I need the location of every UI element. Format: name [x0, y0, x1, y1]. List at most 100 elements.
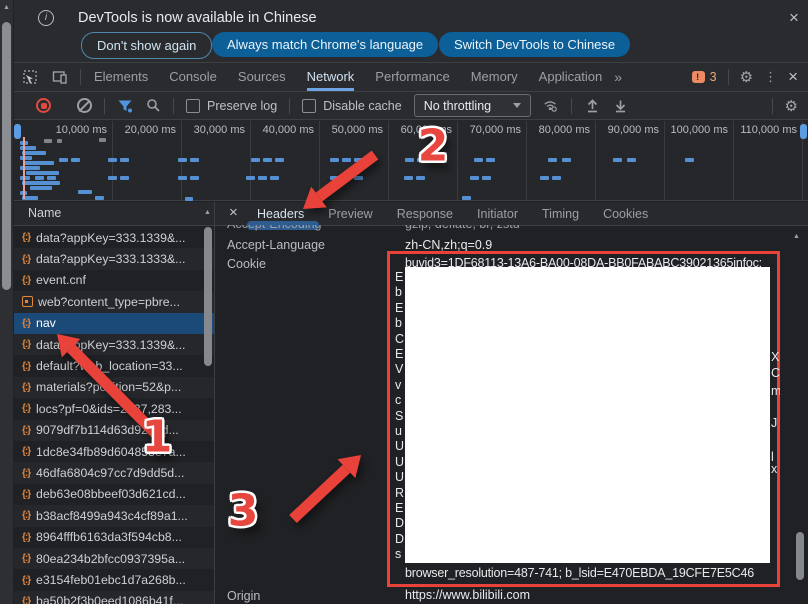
request-row[interactable]: {:}locs?pf=0&ids=2837,283...: [14, 398, 214, 419]
request-row[interactable]: {:}deb63e08bbeef03d621cd...: [14, 484, 214, 505]
json-icon: {:}: [22, 596, 36, 604]
waterfall-bar: [404, 176, 413, 180]
close-devtools-icon[interactable]: ×: [788, 67, 798, 87]
waterfall-bar: [342, 176, 351, 180]
tab-console[interactable]: Console: [169, 63, 217, 91]
waterfall-bar: [71, 158, 80, 162]
throttling-value: No throttling: [424, 99, 491, 113]
annotation-number-1: 1: [142, 412, 173, 463]
waterfall-bar: [108, 158, 117, 162]
page-scrollbar[interactable]: ▲: [0, 0, 14, 604]
network-conditions-icon[interactable]: [543, 98, 559, 114]
preserve-log-checkbox[interactable]: [186, 99, 200, 113]
tab-application[interactable]: Application: [539, 63, 603, 91]
waterfall-bar: [178, 176, 187, 180]
json-icon: {:}: [22, 361, 36, 372]
tab-sources[interactable]: Sources: [238, 63, 286, 91]
detail-tab-preview[interactable]: Preview: [328, 202, 372, 226]
divider: [104, 98, 105, 114]
overview-selection-handle[interactable]: [14, 124, 21, 139]
export-har-icon[interactable]: [612, 98, 628, 114]
request-row[interactable]: {:}nav: [14, 313, 214, 334]
panel-tabs: Elements Console Sources Network Performance…: [94, 63, 602, 91]
request-row[interactable]: {:}8964fffb6163da3f594cb8...: [14, 527, 214, 548]
settings-gear-icon[interactable]: ⚙: [740, 68, 753, 86]
request-row[interactable]: {:}event.cnf: [14, 270, 214, 291]
tab-network[interactable]: Network: [307, 63, 355, 91]
disable-cache-checkbox[interactable]: [302, 99, 316, 113]
waterfall-bar: [120, 158, 129, 162]
request-row[interactable]: {:}46dfa6804c97cc7d9dd5d...: [14, 462, 214, 483]
request-row[interactable]: {:}1dc8e34fb89d604853e7a...: [14, 441, 214, 462]
preserve-log-toggle[interactable]: Preserve log: [186, 99, 277, 113]
infobar-close-icon[interactable]: ×: [789, 8, 799, 28]
more-tabs-icon[interactable]: »: [614, 69, 622, 85]
waterfall-bar: [270, 176, 279, 180]
network-settings-gear-icon[interactable]: ⚙: [785, 97, 798, 115]
waterfall-bar: [486, 158, 495, 162]
details-scrollbar-thumb[interactable]: [796, 532, 804, 580]
tab-memory[interactable]: Memory: [471, 63, 518, 91]
waterfall-bar: [627, 158, 636, 162]
waterfall-bar: [342, 158, 351, 162]
request-row[interactable]: {:}default?web_location=33...: [14, 355, 214, 376]
chevron-down-icon: [513, 103, 521, 108]
more-options-icon[interactable]: ⋮: [764, 69, 777, 85]
waterfall-bar: [178, 158, 187, 162]
waterfall-bar: [78, 190, 92, 194]
page-scrollbar-thumb[interactable]: [2, 22, 11, 290]
search-icon[interactable]: [145, 98, 161, 114]
overview-selection-handle[interactable]: [800, 124, 807, 139]
inspect-element-icon[interactable]: [22, 69, 38, 85]
annotation-number-2: 2: [418, 121, 449, 172]
json-icon: {:}: [22, 254, 36, 265]
throttling-select[interactable]: No throttling: [414, 94, 531, 117]
waterfall-bar: [416, 176, 425, 180]
clipped-header-value: gzip, deflate, br, zstd: [405, 225, 575, 231]
tab-performance[interactable]: Performance: [375, 63, 449, 91]
request-list: {:}data?appKey=333.1339&...{:}data?appKe…: [14, 227, 214, 604]
scroll-up-icon[interactable]: ▲: [204, 209, 211, 216]
close-details-icon[interactable]: ×: [229, 204, 238, 221]
scroll-up-icon[interactable]: ▲: [793, 233, 800, 240]
request-row[interactable]: {:}data?appKey=333.1339&...: [14, 334, 214, 355]
request-row[interactable]: {:}data?appKey=333.1333&...: [14, 248, 214, 269]
request-row[interactable]: {:}80ea234b2bfcc0937395a...: [14, 548, 214, 569]
request-row[interactable]: {:}materials?position=52&p...: [14, 377, 214, 398]
clear-icon[interactable]: [77, 98, 92, 113]
header-value: zh-CN,zh;q=0.9: [405, 238, 492, 252]
waterfall-bar: [540, 176, 549, 180]
request-row[interactable]: {:}9079df7b114d63d9215d...: [14, 420, 214, 441]
scroll-up-icon[interactable]: ▲: [3, 4, 10, 11]
waterfall-bar: [24, 161, 54, 165]
record-icon[interactable]: [36, 98, 51, 113]
detail-tab-response[interactable]: Response: [397, 202, 453, 226]
device-toolbar-icon[interactable]: [52, 69, 68, 85]
info-icon-glyph: i: [45, 12, 47, 23]
error-count[interactable]: 3: [710, 70, 717, 84]
disable-cache-toggle[interactable]: Disable cache: [302, 99, 402, 113]
request-row[interactable]: {:}data?appKey=333.1339&...: [14, 227, 214, 248]
import-har-icon[interactable]: [584, 98, 600, 114]
request-list-scrollbar-thumb[interactable]: [204, 227, 212, 366]
detail-tab-initiator[interactable]: Initiator: [477, 202, 518, 226]
switch-devtools-chinese-button[interactable]: Switch DevTools to Chinese: [439, 32, 630, 57]
name-column-header[interactable]: Name: [14, 202, 214, 226]
filter-icon[interactable]: [117, 98, 133, 114]
detail-tab-cookies[interactable]: Cookies: [603, 202, 648, 226]
json-icon: {:}: [22, 468, 36, 479]
request-row[interactable]: {:}e3154feb01ebc1d7a268b...: [14, 569, 214, 590]
waterfall-bar: [354, 158, 363, 162]
waterfall-bar: [57, 139, 62, 143]
waterfall-bar: [185, 197, 193, 201]
request-row[interactable]: {:}b38acf8499a943c4cf89a1...: [14, 505, 214, 526]
request-row[interactable]: {:}ba50b2f3b0eed1086b41f...: [14, 591, 214, 604]
waterfall-bar: [26, 171, 59, 175]
always-match-language-button[interactable]: Always match Chrome's language: [212, 32, 438, 57]
tab-elements[interactable]: Elements: [94, 63, 148, 91]
request-row[interactable]: web?content_type=pbre...: [14, 291, 214, 312]
detail-tab-timing[interactable]: Timing: [542, 202, 579, 226]
time-tick-label: 40,000 ms: [244, 124, 314, 136]
error-badge-icon[interactable]: [692, 71, 705, 83]
dont-show-again-button[interactable]: Don't show again: [81, 32, 212, 59]
